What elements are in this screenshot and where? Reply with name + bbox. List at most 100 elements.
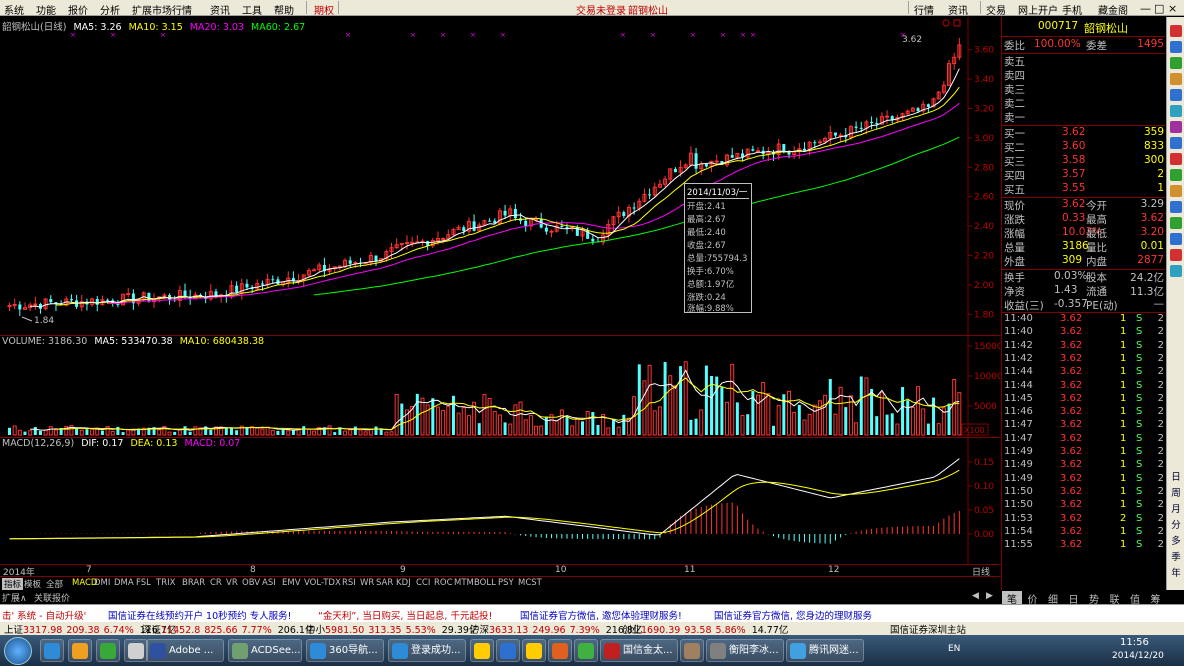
tab-sar[interactable]: SAR — [376, 578, 393, 590]
menu-quote[interactable]: 报价 — [68, 2, 88, 17]
menu-options[interactable]: 期权 — [314, 2, 334, 17]
tab-trix[interactable]: TRIX — [156, 578, 175, 590]
tab-extension[interactable]: 扩展∧ — [2, 591, 27, 604]
menu-analysis[interactable]: 分析 — [100, 2, 120, 17]
menu-open-account[interactable]: 网上开户 — [1018, 2, 1058, 17]
ticker-item-3[interactable]: 国信证券官方微信, 邀您体验理财服务! — [520, 608, 682, 622]
calc-icon[interactable] — [1170, 217, 1182, 229]
taskbar-item-4[interactable]: Adobe ... — [146, 639, 224, 662]
window-icon[interactable] — [1170, 233, 1182, 245]
period-5[interactable]: 季 — [1167, 549, 1184, 563]
menu-tools[interactable]: 工具 — [242, 2, 262, 17]
taskbar-item-12[interactable] — [574, 639, 598, 662]
taskbar-item-2[interactable] — [96, 639, 120, 662]
index-1[interactable]: 深证11452.8 825.66 7.77% 206.1亿 — [142, 622, 314, 636]
period-3[interactable]: 分 — [1167, 517, 1184, 531]
table-icon[interactable] — [1170, 185, 1182, 197]
tab-全部[interactable]: 全部 — [46, 578, 63, 590]
taskbar-item-8[interactable] — [470, 639, 494, 662]
taskbar-item-10[interactable] — [522, 639, 546, 662]
taskbar-item-3[interactable] — [124, 639, 148, 662]
tab-cr[interactable]: CR — [210, 578, 222, 590]
tab-dma[interactable]: DMA — [114, 578, 134, 590]
taskbar-item-13[interactable]: 国信金太... — [600, 639, 678, 662]
macd-chart[interactable]: 0.15 0.10 0.05 0.00 — [0, 438, 1000, 565]
tab-mtm[interactable]: MTM — [454, 578, 474, 590]
pen-icon[interactable] — [1170, 153, 1182, 165]
link-icon[interactable] — [1170, 265, 1182, 277]
tab-rsi[interactable]: RSI — [342, 578, 356, 590]
menu-news[interactable]: 资讯 — [948, 2, 968, 17]
tab-emv[interactable]: EMV — [282, 578, 301, 590]
refresh-icon[interactable] — [1170, 89, 1182, 101]
close-icon[interactable]: × — [1168, 2, 1177, 15]
taskbar-item-1[interactable] — [68, 639, 92, 662]
menu-system[interactable]: 系统 — [4, 2, 24, 17]
tab-指标[interactable]: 指标 — [2, 578, 24, 590]
taskbar-item-0[interactable] — [40, 639, 64, 662]
alert-icon[interactable] — [1170, 249, 1182, 261]
tab-mcst[interactable]: MCST — [518, 578, 542, 590]
screen-icon[interactable] — [1170, 201, 1182, 213]
home-icon[interactable] — [1170, 25, 1182, 37]
menu-trade[interactable]: 交易 — [986, 2, 1006, 17]
tab-roc[interactable]: ROC — [434, 578, 453, 590]
period-0[interactable]: 日 — [1167, 469, 1184, 483]
tab-vol-tdx[interactable]: VOL-TDX — [304, 578, 341, 590]
tab-brar[interactable]: BRAR — [182, 578, 205, 590]
taskbar-item-5[interactable]: ACDSee... — [228, 639, 302, 662]
taskbar-item-15[interactable]: 衡阳李冰... — [706, 639, 784, 662]
kline-pane[interactable]: 韶钢松山(日线) MA5: 3.26 MA10: 3.15 MA20: 3.03… — [0, 17, 1000, 335]
taskbar-item-16[interactable]: 腾讯网迷... — [786, 639, 864, 662]
tab-related-quotes[interactable]: 关联报价 — [34, 591, 70, 604]
volume-pane[interactable]: VOLUME: 3186.30 MA5: 533470.38 MA10: 680… — [0, 335, 1000, 438]
start-button[interactable] — [4, 637, 32, 665]
menu-mobile[interactable]: 手机 — [1062, 2, 1082, 17]
volume-chart[interactable]: 15000 10000 5000 X100 — [0, 336, 1000, 438]
menu-help[interactable]: 帮助 — [274, 2, 294, 17]
menu-info[interactable]: 资讯 — [210, 2, 230, 17]
tab-vr[interactable]: VR — [226, 578, 238, 590]
tab-模板[interactable]: 模板 — [24, 578, 41, 590]
kline-chart[interactable]: 3.60 3.40 3.20 3.00 2.80 2.60 2.40 2.20 2.00 1.80… — [0, 17, 1000, 335]
scroll-right-icon[interactable]: ▶ — [986, 591, 993, 601]
menu-function[interactable]: 功能 — [36, 2, 56, 17]
ticker-item-1[interactable]: 国信证券在线预约开户 10秒预约 专人服务! — [108, 608, 291, 622]
period-2[interactable]: 月 — [1167, 501, 1184, 515]
zoom-out-icon[interactable] — [1170, 121, 1182, 133]
taskbar-item-9[interactable] — [496, 639, 520, 662]
taskbar-item-6[interactable]: 360导航... — [306, 639, 384, 662]
tab-psy[interactable]: PSY — [498, 578, 514, 590]
menu-extended-market[interactable]: 扩展市场行情 — [132, 2, 192, 17]
index-2[interactable]: 中小5981.50 313.35 5.53% 29.39亿 — [306, 622, 478, 636]
tab-boll[interactable]: BOLL — [474, 578, 496, 590]
ticker-item-4[interactable]: 国信证券官方微信, 您身边的理财服务 — [714, 608, 872, 622]
period-6[interactable]: 年 — [1167, 565, 1184, 579]
minimize-icon[interactable]: — — [1140, 2, 1151, 15]
language-indicator[interactable]: EN — [948, 644, 960, 654]
ticker-item-2[interactable]: “金天利”, 当日购买, 当日起息, 千元起投! — [318, 608, 492, 622]
tab-obv[interactable]: OBV — [242, 578, 260, 590]
tab-kdj[interactable]: KDJ — [396, 578, 411, 590]
macd-pane[interactable]: MACD(12,26,9) DIF: 0.17 DEA: 0.13 MACD: … — [0, 437, 1000, 565]
list-icon[interactable] — [1170, 41, 1182, 53]
chart-icon[interactable] — [1170, 57, 1182, 69]
index-3[interactable]: 沪深3633.13 249.96 7.39% 216.8亿 — [470, 622, 642, 636]
period-1[interactable]: 周 — [1167, 485, 1184, 499]
tab-fsl[interactable]: FSL — [136, 578, 151, 590]
menu-cangjinge[interactable]: 藏金阁 — [1098, 2, 1128, 17]
taskbar-item-11[interactable] — [548, 639, 572, 662]
tab-cci[interactable]: CCI — [416, 578, 430, 590]
index-4[interactable]: 创业1690.39 93.58 5.86% 14.77亿 — [622, 622, 788, 636]
ticker-item-0[interactable]: 击' 系统 - 自动升级' — [2, 608, 86, 622]
taskbar-item-14[interactable] — [680, 639, 704, 662]
grid-icon[interactable] — [1170, 73, 1182, 85]
zoom-in-icon[interactable] — [1170, 105, 1182, 117]
tab-dmi[interactable]: DMI — [94, 578, 110, 590]
scroll-left-icon[interactable]: ◀ — [972, 591, 979, 601]
period-4[interactable]: 多 — [1167, 533, 1184, 547]
news-icon[interactable] — [1170, 169, 1182, 181]
tab-wr[interactable]: WR — [360, 578, 374, 590]
taskbar-item-7[interactable]: 登录成功... — [388, 639, 466, 662]
move-icon[interactable] — [1170, 137, 1182, 149]
